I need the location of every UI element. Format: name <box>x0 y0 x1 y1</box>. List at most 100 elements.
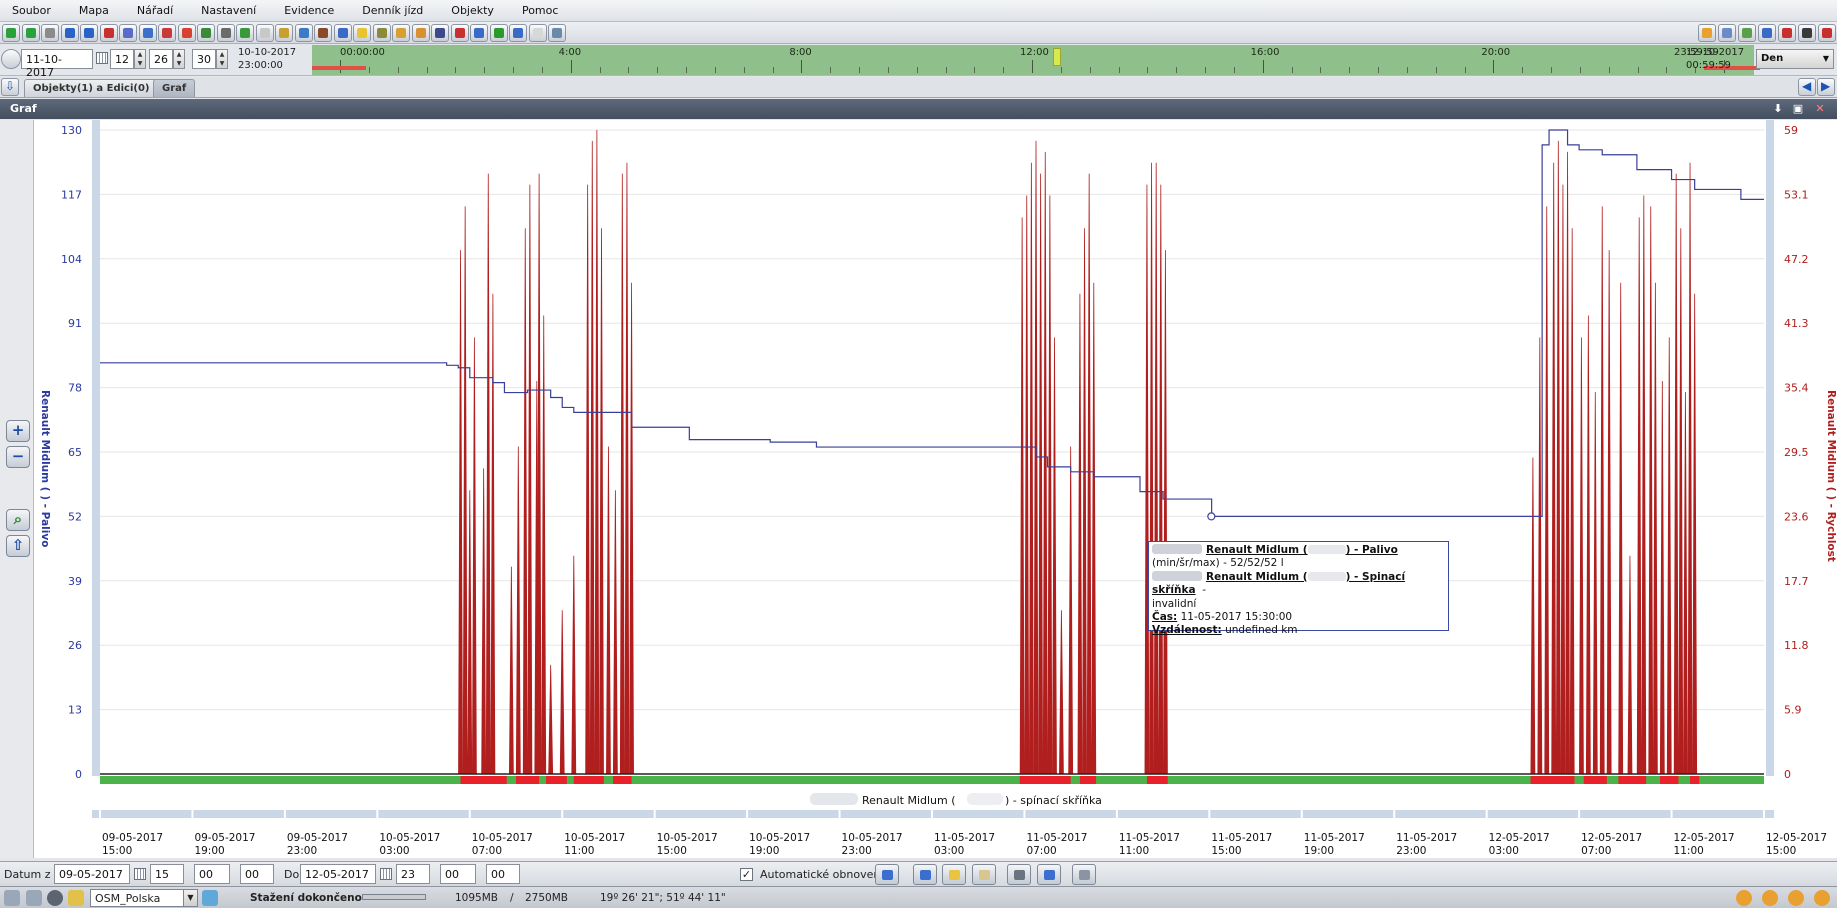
map-layer-select[interactable]: OSM_Polska ▼ <box>90 889 198 907</box>
pen-button[interactable] <box>1007 864 1031 885</box>
timeline-slider[interactable]: 00:00:00 4:00 8:00 12:00 16:00 20:00 23:59:59 <box>312 45 1760 75</box>
map-icon[interactable] <box>202 890 218 906</box>
maximize-icon[interactable]: ▣ <box>1792 103 1804 115</box>
car-icon[interactable] <box>197 24 215 42</box>
minute-field[interactable]: 26 <box>149 49 173 69</box>
menu-item-1[interactable]: Mapa <box>79 4 109 17</box>
tab-graph[interactable]: Graf <box>153 79 196 97</box>
edit-icon[interactable] <box>41 24 59 42</box>
edit-icon[interactable] <box>411 24 430 42</box>
person-icon[interactable] <box>431 24 449 42</box>
hour-spinner[interactable]: ▲ ▼ <box>134 49 146 69</box>
person-icon[interactable] <box>275 24 293 42</box>
globe-icon[interactable] <box>60 24 79 42</box>
disk-icon[interactable] <box>470 24 488 42</box>
magnifier-icon[interactable]: ⌕ <box>6 509 30 531</box>
up-arrow-icon[interactable]: ⇧ <box>6 535 30 557</box>
timeline-handle[interactable] <box>1053 48 1062 66</box>
hour-field[interactable]: 12 <box>110 49 134 69</box>
add-icon[interactable] <box>2 24 20 42</box>
sync-icon[interactable] <box>1762 890 1778 906</box>
refresh-icon[interactable] <box>80 24 98 42</box>
fuel-speed-chart[interactable]: 0 0 13 5.9 26 11.8 39 17.7 52 23.6 65 29.5 78 35.4 91 4… <box>34 120 1837 858</box>
menu-item-7[interactable]: Pomoc <box>522 4 558 17</box>
filter-icon[interactable] <box>294 24 313 42</box>
to-hour-field[interactable]: 23 <box>396 864 430 884</box>
folder-button[interactable] <box>942 864 966 885</box>
auto-refresh-checkbox[interactable]: ✓ <box>740 868 753 881</box>
sync-icon[interactable] <box>1788 890 1804 906</box>
alert-icon[interactable] <box>158 24 176 42</box>
info-icon[interactable] <box>1758 24 1776 42</box>
print-icon[interactable] <box>216 24 235 42</box>
flag-icon[interactable] <box>314 24 332 42</box>
zoom-out-button[interactable]: − <box>6 446 30 468</box>
minute-spinner[interactable]: ▲ ▼ <box>173 49 185 69</box>
people-icon[interactable] <box>1738 24 1756 42</box>
print-button[interactable] <box>1072 864 1096 885</box>
remove-icon[interactable] <box>21 24 40 42</box>
zoom-in-button[interactable]: + <box>6 420 30 442</box>
truck-icon[interactable] <box>372 24 391 42</box>
next-arrow-icon[interactable]: ▶ <box>1817 78 1835 96</box>
ignition-on-segment <box>1019 776 1071 784</box>
menu-item-0[interactable]: Soubor <box>12 4 51 17</box>
second-spinner[interactable]: ▲ ▼ <box>216 49 228 69</box>
save-button[interactable] <box>1037 864 1061 885</box>
power-icon[interactable] <box>1818 24 1836 42</box>
save-icon[interactable] <box>509 24 527 42</box>
prev-arrow-icon[interactable]: ◀ <box>1798 78 1816 96</box>
clipboard-button[interactable] <box>972 864 996 885</box>
sync-icon[interactable] <box>1814 890 1830 906</box>
map-icon[interactable] <box>392 24 410 42</box>
pin-icon[interactable]: ⬇ <box>1772 103 1784 115</box>
menu-item-4[interactable]: Evidence <box>284 4 334 17</box>
period-select[interactable]: Den ▼ <box>1756 49 1834 69</box>
close-icon[interactable]: ✕ <box>1814 103 1826 115</box>
to-minute-field[interactable]: 00 <box>440 864 476 884</box>
menu-item-5[interactable]: Denník jízd <box>362 4 423 17</box>
date-field[interactable]: 11-10-2017 <box>21 49 93 79</box>
table-icon[interactable] <box>138 24 157 42</box>
tab-objects[interactable]: Objekty(1) a Edici(0) <box>24 79 159 97</box>
fuel-icon[interactable] <box>450 24 469 42</box>
second-field[interactable]: 30 <box>192 49 216 69</box>
settings-icon[interactable] <box>255 24 274 42</box>
image-icon[interactable] <box>548 24 566 42</box>
menu-item-3[interactable]: Nastavení <box>201 4 256 17</box>
to-second-field[interactable]: 00 <box>486 864 520 884</box>
calendar-icon[interactable] <box>96 52 108 64</box>
list-icon[interactable] <box>119 24 137 42</box>
refresh-button[interactable] <box>875 864 899 885</box>
clock-icon[interactable] <box>1 49 21 69</box>
window-icon[interactable] <box>1718 24 1736 42</box>
help-icon[interactable] <box>1778 24 1796 42</box>
menu-item-6[interactable]: Objekty <box>451 4 494 17</box>
to-date-field[interactable]: 12-05-2017 <box>300 864 376 884</box>
fuel-hover-point[interactable] <box>1207 512 1216 521</box>
from-date-field[interactable]: 09-05-2017 <box>54 864 130 884</box>
from-second-field[interactable]: 00 <box>240 864 274 884</box>
calendar-icon[interactable] <box>134 868 146 880</box>
menu-item-2[interactable]: Nářadí <box>137 4 173 17</box>
window-icon[interactable] <box>4 890 20 906</box>
camera-icon[interactable] <box>333 24 352 42</box>
green-icon[interactable] <box>489 24 508 42</box>
warning-icon[interactable] <box>177 24 196 42</box>
document-icon[interactable] <box>528 24 547 42</box>
layers-icon[interactable] <box>26 890 42 906</box>
folder-icon[interactable] <box>68 890 84 906</box>
expand-button[interactable] <box>913 864 937 885</box>
tv-icon[interactable] <box>236 24 254 42</box>
stop-icon[interactable] <box>47 890 63 906</box>
from-minute-field[interactable]: 00 <box>194 864 230 884</box>
sync-icon[interactable] <box>1736 890 1752 906</box>
link-icon[interactable] <box>1798 24 1816 42</box>
calendar-icon[interactable] <box>380 868 392 880</box>
clock-icon[interactable] <box>1698 24 1716 42</box>
chart-area[interactable]: 0 0 13 5.9 26 11.8 39 17.7 52 23.6 65 29.5 78 35.4 91 4… <box>34 120 1837 858</box>
from-hour-field[interactable]: 15 <box>150 864 184 884</box>
download-icon[interactable]: ⇩ <box>1 78 19 96</box>
warning-icon[interactable] <box>353 24 371 42</box>
search-icon[interactable] <box>99 24 118 42</box>
